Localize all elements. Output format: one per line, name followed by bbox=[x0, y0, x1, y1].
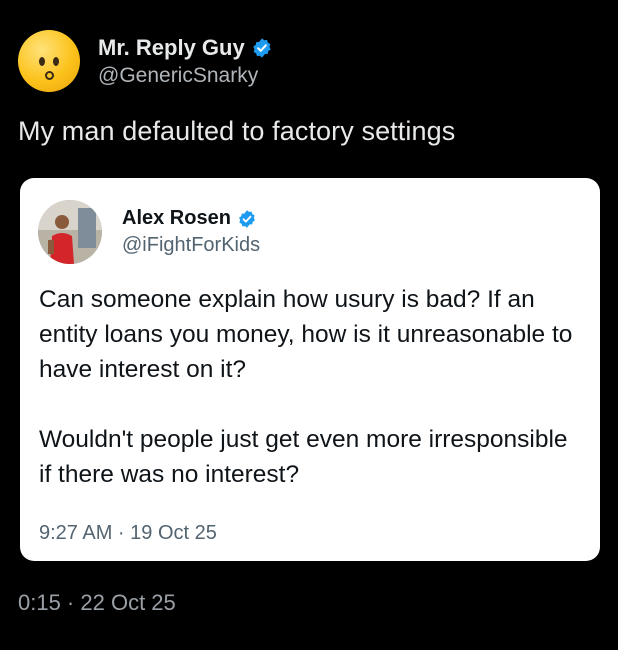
author-name-row: Mr. Reply Guy bbox=[98, 35, 273, 61]
quoted-avatar[interactable] bbox=[38, 200, 102, 264]
quoted-author-display-name[interactable]: Alex Rosen bbox=[122, 207, 231, 230]
quoted-text-paragraph: Can someone explain how usury is bad? If… bbox=[39, 286, 573, 383]
author-display-name[interactable]: Mr. Reply Guy bbox=[98, 35, 245, 61]
quoted-tweet-timestamp[interactable]: 9:27 AM · 19 Oct 25 bbox=[39, 522, 217, 545]
emoji-eye bbox=[53, 57, 59, 66]
quoted-name-row: Alex Rosen bbox=[122, 207, 260, 230]
tweet-header: Mr. Reply Guy @GenericSnarky bbox=[18, 30, 273, 92]
quoted-tweet-card[interactable]: Alex Rosen @iFightForKids Can someone ex… bbox=[20, 178, 600, 561]
quoted-text-paragraph: Wouldn't people just get even more irres… bbox=[39, 426, 568, 488]
quoted-author-handle[interactable]: @iFightForKids bbox=[122, 234, 260, 257]
verified-badge-icon bbox=[239, 209, 255, 228]
verified-badge-icon bbox=[253, 37, 271, 58]
quoted-tweet-text: Can someone explain how usury is bad? If… bbox=[39, 282, 584, 492]
avatar[interactable] bbox=[18, 30, 80, 92]
tweet-timestamp[interactable]: 0:15 · 22 Oct 25 bbox=[18, 590, 176, 616]
author-block: Mr. Reply Guy @GenericSnarky bbox=[98, 35, 273, 88]
emoji-mouth bbox=[45, 71, 54, 80]
quoted-tweet-header: Alex Rosen @iFightForKids bbox=[38, 200, 260, 264]
tweet-text: My man defaulted to factory settings bbox=[18, 116, 456, 146]
emoji-eye bbox=[39, 57, 45, 66]
author-handle[interactable]: @GenericSnarky bbox=[98, 64, 273, 88]
quoted-avatar-photo bbox=[38, 200, 102, 264]
quoted-author-block: Alex Rosen @iFightForKids bbox=[122, 207, 260, 257]
